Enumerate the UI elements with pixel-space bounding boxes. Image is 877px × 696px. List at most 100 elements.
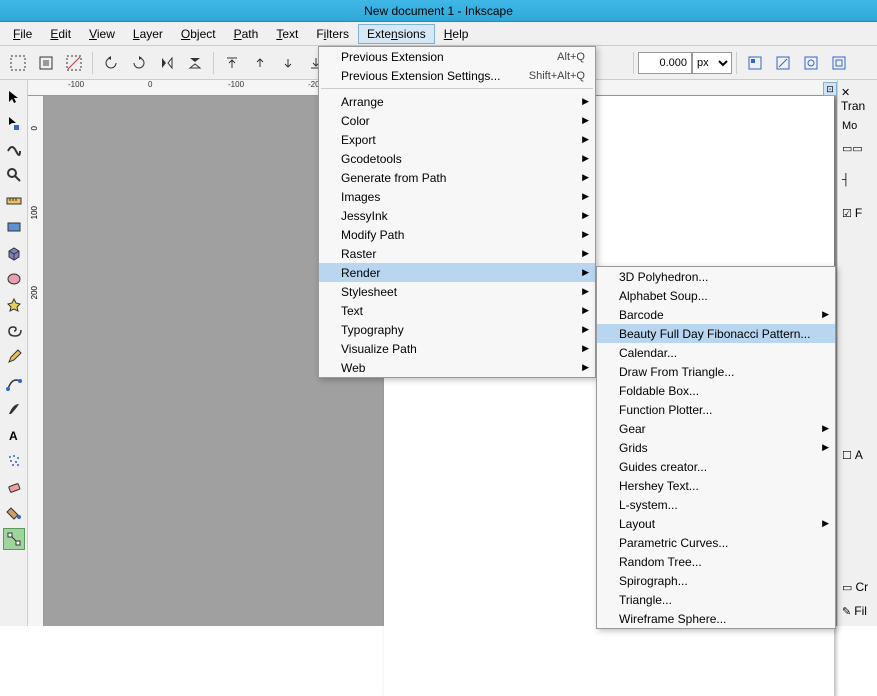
right-checkbox-f[interactable]: ☑ F [842, 206, 862, 220]
right-icon-fil[interactable]: ✎ Fil [842, 604, 867, 618]
menuitem-gcodetools[interactable]: Gcodetools▶ [319, 149, 595, 168]
tool-spiral[interactable] [3, 320, 25, 342]
right-label-move: Mo [842, 120, 857, 132]
menuitem-foldable-box[interactable]: Foldable Box... [597, 381, 835, 400]
toolbox: A [0, 80, 28, 626]
tb-flip-v-icon[interactable] [183, 51, 207, 75]
menuitem-barcode[interactable]: Barcode▶ [597, 305, 835, 324]
menuitem-parametric-curves[interactable]: Parametric Curves... [597, 533, 835, 552]
chevron-right-icon: ▶ [822, 423, 829, 434]
tool-star[interactable] [3, 294, 25, 316]
menuitem-layout[interactable]: Layout▶ [597, 514, 835, 533]
tb-raise-top-icon[interactable] [220, 51, 244, 75]
tool-pencil[interactable] [3, 346, 25, 368]
tb-raise-icon[interactable] [248, 51, 272, 75]
menuitem-previous-extension-settings[interactable]: Previous Extension Settings... Shift+Alt… [319, 66, 595, 85]
right-icon-cr[interactable]: ▭ Cr [842, 580, 868, 594]
tool-zoom[interactable] [3, 164, 25, 186]
tool-eraser[interactable] [3, 476, 25, 498]
menuitem-generate-from-path[interactable]: Generate from Path▶ [319, 168, 595, 187]
right-checkbox-a[interactable]: ☐ A [842, 448, 863, 462]
menubar: File Edit View Layer Object Path Text Fi… [0, 22, 877, 46]
tool-connector[interactable] [3, 528, 25, 550]
chevron-right-icon: ▶ [582, 210, 589, 221]
menuitem-alphabet-soup[interactable]: Alphabet Soup... [597, 286, 835, 305]
menuitem-color[interactable]: Color▶ [319, 111, 595, 130]
tb-flip-h-icon[interactable] [155, 51, 179, 75]
menuitem-fibonacci-pattern[interactable]: Beauty Full Day Fibonacci Pattern... [597, 324, 835, 343]
menuitem-previous-extension[interactable]: Previous Extension Alt+Q [319, 47, 595, 66]
tb-rotate-ccw-icon[interactable] [99, 51, 123, 75]
tb-affect-2-icon[interactable] [771, 51, 795, 75]
tb-affect-1-icon[interactable] [743, 51, 767, 75]
menu-help[interactable]: Help [435, 24, 478, 44]
menuitem-hershey-text[interactable]: Hershey Text... [597, 476, 835, 495]
menuitem-l-system[interactable]: L-system... [597, 495, 835, 514]
window-title: New document 1 - Inkscape [364, 4, 513, 18]
tool-text[interactable]: A [3, 424, 25, 446]
tool-bucket[interactable] [3, 502, 25, 524]
menuitem-render[interactable]: Render▶ [319, 263, 595, 282]
menuitem-web[interactable]: Web▶ [319, 358, 595, 377]
menuitem-visualize-path[interactable]: Visualize Path▶ [319, 339, 595, 358]
tool-sculpt[interactable] [3, 138, 25, 160]
menuitem-jessyink[interactable]: JessyInk▶ [319, 206, 595, 225]
menuitem-spirograph[interactable]: Spirograph... [597, 571, 835, 590]
menu-extensions[interactable]: Extensions [358, 24, 435, 44]
tb-select-all-icon[interactable] [6, 51, 30, 75]
menu-view[interactable]: View [80, 24, 124, 44]
tool-pointer[interactable] [3, 86, 25, 108]
menu-file[interactable]: File [4, 24, 41, 44]
right-tab-transform[interactable]: ✕ Tran [841, 86, 877, 113]
menu-text[interactable]: Text [267, 24, 307, 44]
menuitem-raster[interactable]: Raster▶ [319, 244, 595, 263]
menuitem-wireframe-sphere[interactable]: Wireframe Sphere... [597, 609, 835, 628]
menuitem-stylesheet[interactable]: Stylesheet▶ [319, 282, 595, 301]
right-icon-1[interactable]: ▭▭ [842, 142, 863, 155]
tb-select-layer-icon[interactable] [34, 51, 58, 75]
chevron-right-icon: ▶ [582, 172, 589, 183]
menu-edit[interactable]: Edit [41, 24, 80, 44]
tool-calligraphy[interactable] [3, 398, 25, 420]
tool-spray[interactable] [3, 450, 25, 472]
menuitem-calendar[interactable]: Calendar... [597, 343, 835, 362]
menu-path[interactable]: Path [225, 24, 268, 44]
menuitem-guides-creator[interactable]: Guides creator... [597, 457, 835, 476]
tool-3dbox[interactable] [3, 242, 25, 264]
menuitem-modify-path[interactable]: Modify Path▶ [319, 225, 595, 244]
tool-node[interactable] [3, 112, 25, 134]
toolbar-unit-select[interactable]: px [692, 52, 732, 74]
chevron-right-icon: ▶ [582, 305, 589, 316]
menuitem-images[interactable]: Images▶ [319, 187, 595, 206]
right-icon-2[interactable]: ┤ [842, 174, 850, 186]
chevron-right-icon: ▶ [822, 309, 829, 320]
menu-layer[interactable]: Layer [124, 24, 172, 44]
menuitem-3d-polyhedron[interactable]: 3D Polyhedron... [597, 267, 835, 286]
toolbar-separator [92, 52, 93, 74]
menuitem-random-tree[interactable]: Random Tree... [597, 552, 835, 571]
chevron-right-icon: ▶ [582, 286, 589, 297]
tool-bezier[interactable] [3, 372, 25, 394]
tool-measure[interactable] [3, 190, 25, 212]
tb-affect-3-icon[interactable] [799, 51, 823, 75]
tb-affect-4-icon[interactable] [827, 51, 851, 75]
menu-filters[interactable]: Filters [307, 24, 358, 44]
menuitem-grids[interactable]: Grids▶ [597, 438, 835, 457]
toolbar-numeric-input[interactable] [638, 52, 692, 74]
menuitem-arrange[interactable]: Arrange▶ [319, 92, 595, 111]
menuitem-text-ext[interactable]: Text▶ [319, 301, 595, 320]
menuitem-draw-from-triangle[interactable]: Draw From Triangle... [597, 362, 835, 381]
menuitem-export[interactable]: Export▶ [319, 130, 595, 149]
tb-deselect-icon[interactable] [62, 51, 86, 75]
ruler-zoom-icon[interactable]: ⊡ [823, 82, 837, 96]
menuitem-triangle[interactable]: Triangle... [597, 590, 835, 609]
menuitem-gear[interactable]: Gear▶ [597, 419, 835, 438]
menu-object[interactable]: Object [172, 24, 225, 44]
tb-rotate-cw-icon[interactable] [127, 51, 151, 75]
chevron-right-icon: ▶ [582, 324, 589, 335]
tool-ellipse[interactable] [3, 268, 25, 290]
tool-rect[interactable] [3, 216, 25, 238]
menuitem-typography[interactable]: Typography▶ [319, 320, 595, 339]
tb-lower-icon[interactable] [276, 51, 300, 75]
menuitem-function-plotter[interactable]: Function Plotter... [597, 400, 835, 419]
